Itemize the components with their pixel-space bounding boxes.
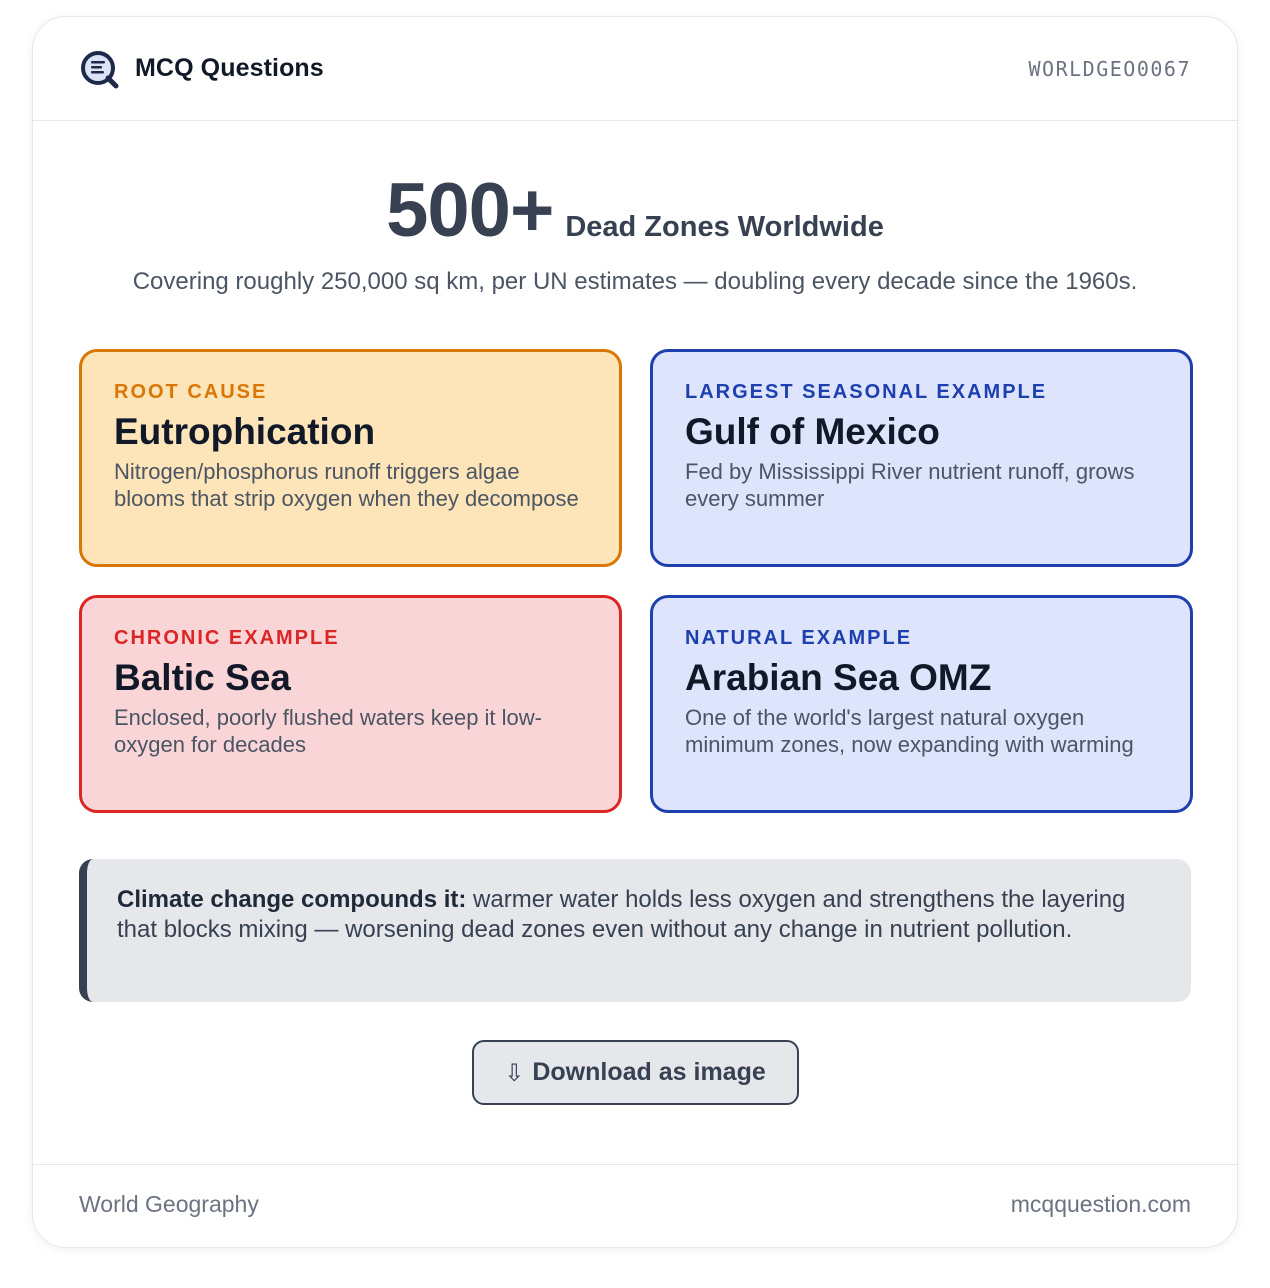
card-body: 500+ Dead Zones Worldwide Covering rough… (33, 173, 1237, 1105)
tile-title: Eutrophication (114, 411, 376, 452)
tile-eyebrow: LARGEST SEASONAL EXAMPLE (685, 381, 1048, 403)
tile-title: Gulf of Mexico (685, 411, 940, 452)
card-header: MCQ Questions WORLDGEO0067 (33, 17, 1237, 121)
climate-callout: Climate change compounds it: warmer wate… (79, 859, 1191, 1002)
fact-grid: ROOT CAUSE Eutrophication Nitrogen/phosp… (79, 349, 1193, 813)
tile-eyebrow: CHRONIC EXAMPLE (114, 627, 340, 649)
hero-subtitle: Covering roughly 250,000 sq km, per UN e… (132, 268, 1138, 295)
footer-category: World Geography (79, 1190, 259, 1217)
tile-description: Fed by Mississippi River nutrient runoff… (685, 459, 1135, 511)
tile-title: Arabian Sea OMZ (685, 657, 992, 698)
stat-label: Dead Zones Worldwide (565, 211, 884, 243)
download-wrap: ⇩ Download as image (79, 1040, 1191, 1105)
question-code: WORLDGEO0067 (1028, 56, 1191, 81)
callout-lead: Climate change compounds it: (117, 886, 467, 913)
hero: 500+ Dead Zones Worldwide Covering rough… (79, 173, 1191, 297)
download-arrow-icon: ⇩ (504, 1058, 525, 1087)
tile-root-cause: ROOT CAUSE Eutrophication Nitrogen/phosp… (79, 349, 622, 567)
tile-largest-seasonal-example: LARGEST SEASONAL EXAMPLE Gulf of Mexico … (650, 349, 1193, 567)
tile-natural-example: NATURAL EXAMPLE Arabian Sea OMZ One of t… (650, 595, 1193, 813)
tile-description: Enclosed, poorly flushed waters keep it … (114, 705, 542, 757)
tile-description: One of the world's largest natural oxyge… (685, 705, 1134, 757)
tile-title: Baltic Sea (114, 657, 291, 698)
hero-headline: 500+ Dead Zones Worldwide (79, 173, 1191, 249)
brand[interactable]: MCQ Questions (79, 49, 324, 89)
card-footer: World Geography mcqquestion.com (33, 1164, 1237, 1247)
tile-eyebrow: ROOT CAUSE (114, 381, 268, 403)
download-image-button[interactable]: ⇩ Download as image (471, 1040, 799, 1105)
stat-number: 500+ (386, 168, 554, 253)
magnifier-q-logo-icon (81, 50, 119, 88)
brand-name: MCQ Questions (135, 54, 324, 82)
download-label: Download as image (532, 1058, 766, 1086)
infographic-card: MCQ Questions WORLDGEO0067 500+ Dead Zon… (32, 16, 1238, 1248)
tile-description: Nitrogen/phosphorus runoff triggers alga… (114, 459, 579, 511)
tile-eyebrow: NATURAL EXAMPLE (685, 627, 913, 649)
tile-chronic-example: CHRONIC EXAMPLE Baltic Sea Enclosed, poo… (79, 595, 622, 813)
footer-site[interactable]: mcqquestion.com (1011, 1191, 1191, 1222)
